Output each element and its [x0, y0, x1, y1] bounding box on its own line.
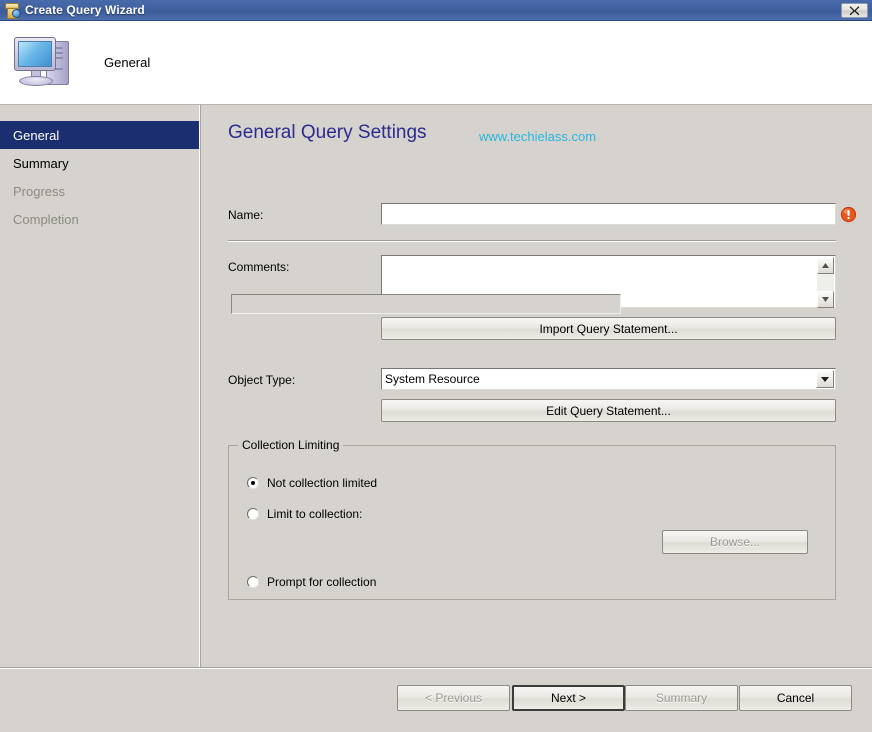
- comments-label: Comments:: [228, 260, 290, 274]
- section-divider: [228, 240, 836, 242]
- error-exclamation-icon: [840, 206, 857, 223]
- dialog-body: General Summary Progress Completion Gene…: [0, 105, 872, 667]
- radio-prompt-for-collection[interactable]: Prompt for collection: [247, 575, 376, 589]
- radio-not-collection-limited[interactable]: Not collection limited: [247, 476, 377, 490]
- radio-indicator: [247, 508, 259, 520]
- close-button[interactable]: [841, 2, 868, 18]
- wizard-content-panel: General Query Settings www.techielass.co…: [201, 105, 872, 667]
- sidebar-item-label: Completion: [13, 211, 79, 227]
- window-titlebar: Create Query Wizard: [0, 0, 872, 21]
- previous-button: < Previous: [397, 685, 510, 711]
- sidebar-item-summary[interactable]: Summary: [0, 149, 199, 177]
- dialog-footer: < Previous Next > Summary Cancel: [0, 667, 872, 732]
- radio-label: Not collection limited: [267, 476, 378, 490]
- next-button[interactable]: Next >: [512, 685, 625, 711]
- scroll-up-arrow-icon[interactable]: [817, 257, 834, 274]
- scroll-down-arrow-icon[interactable]: [817, 291, 834, 308]
- limit-collection-input: [231, 294, 621, 314]
- watermark-url: www.techielass.com: [479, 129, 597, 144]
- browse-button: Browse...: [662, 530, 808, 554]
- wizard-header: General: [0, 21, 872, 105]
- header-step-title: General: [104, 55, 151, 70]
- comments-scrollbar[interactable]: [817, 257, 834, 308]
- radio-label: Limit to collection:: [267, 507, 363, 521]
- chevron-down-icon[interactable]: [816, 370, 834, 388]
- object-type-select[interactable]: System Resource: [381, 368, 836, 390]
- close-icon: [849, 5, 860, 15]
- sidebar-item-progress: Progress: [0, 177, 199, 205]
- cancel-button[interactable]: Cancel: [739, 685, 852, 711]
- object-type-selected-value: System Resource: [385, 372, 480, 386]
- sidebar-item-label: General: [13, 127, 60, 143]
- radio-label: Prompt for collection: [267, 575, 377, 589]
- page-title: General Query Settings: [228, 122, 427, 143]
- radio-limit-to-collection[interactable]: Limit to collection:: [247, 507, 362, 521]
- sidebar-item-label: Summary: [13, 155, 69, 171]
- window-title: Create Query Wizard: [25, 3, 145, 17]
- name-input[interactable]: [381, 203, 836, 225]
- collection-limiting-legend: Collection Limiting: [238, 438, 344, 452]
- radio-indicator: [247, 477, 259, 489]
- wizard-wand-icon: [4, 2, 21, 19]
- object-type-label: Object Type:: [228, 373, 296, 387]
- footer-highlight-line: [0, 668, 872, 669]
- sidebar-item-label: Progress: [13, 183, 66, 199]
- summary-button: Summary: [625, 685, 738, 711]
- import-query-statement-button[interactable]: Import Query Statement...: [381, 317, 836, 340]
- name-label: Name:: [228, 208, 264, 222]
- computer-icon: [12, 35, 74, 91]
- create-query-wizard-dialog: Create Query Wizard General General Summ…: [0, 0, 872, 732]
- sidebar-item-general[interactable]: General: [0, 121, 199, 149]
- edit-query-statement-button[interactable]: Edit Query Statement...: [381, 399, 836, 422]
- sidebar-item-completion: Completion: [0, 205, 199, 233]
- radio-indicator: [247, 576, 259, 588]
- wizard-step-sidebar: General Summary Progress Completion: [0, 105, 200, 667]
